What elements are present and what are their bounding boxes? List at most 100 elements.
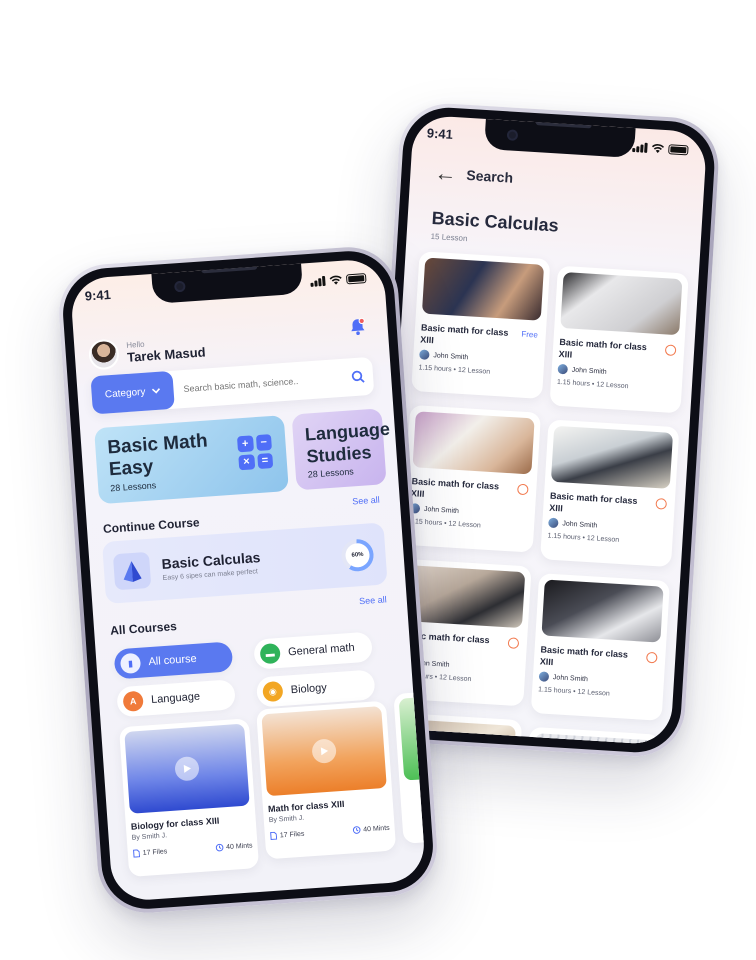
course-photo bbox=[541, 579, 664, 643]
avatar[interactable] bbox=[87, 338, 120, 371]
avatar bbox=[538, 671, 550, 682]
clock-icon bbox=[352, 826, 361, 834]
result-card[interactable]: Basic math for class XIII John Smith 1.1… bbox=[401, 404, 542, 553]
card-title: Basic math for class XIII bbox=[548, 490, 638, 514]
avatar bbox=[419, 349, 430, 360]
progress-label: 60% bbox=[344, 542, 371, 569]
signal-icon bbox=[632, 142, 648, 153]
search-input[interactable] bbox=[173, 372, 344, 395]
result-card[interactable]: Basic math for class XIII John Smith 1.1… bbox=[530, 573, 671, 721]
award-icon bbox=[645, 651, 658, 664]
course-card-math[interactable]: Math for class XIII By Smith J. 17 Files… bbox=[256, 700, 397, 860]
chip-all-course[interactable]: ▮ All course bbox=[113, 641, 234, 680]
clock-icon bbox=[215, 843, 223, 852]
award-icon bbox=[655, 498, 668, 510]
result-card[interactable] bbox=[526, 726, 661, 746]
play-icon[interactable] bbox=[311, 738, 337, 764]
author-name: John Smith bbox=[552, 673, 589, 683]
see-all-link[interactable]: See all bbox=[352, 495, 380, 507]
card-meta: 1.15 hours • 12 Lesson bbox=[547, 532, 620, 544]
course-photo bbox=[421, 257, 545, 321]
author-name: John Smith bbox=[571, 366, 607, 376]
avatar bbox=[548, 517, 559, 529]
category-banners: Basic Math Easy 28 Lessons + − × = Language… bbox=[94, 408, 391, 505]
card-title: Basic math for class XIII bbox=[410, 476, 500, 499]
play-icon[interactable] bbox=[174, 755, 200, 782]
search-icon[interactable] bbox=[343, 369, 374, 385]
author-name: John Smith bbox=[433, 351, 469, 361]
chip-label: All course bbox=[148, 652, 198, 669]
course-thumbnail bbox=[398, 696, 427, 781]
course-thumbnail bbox=[124, 723, 250, 814]
result-card[interactable]: Basic math for class XIII John Smith 1.1… bbox=[540, 419, 680, 568]
banner-basic-math[interactable]: Basic Math Easy 28 Lessons + − × = bbox=[94, 415, 289, 505]
course-photo bbox=[560, 272, 683, 336]
course-card-partial[interactable] bbox=[393, 691, 427, 844]
phone-bezel: 9:41 Hello Tarek Masud Category Search b… bbox=[60, 248, 436, 912]
search-header-title: Search bbox=[465, 166, 514, 186]
progress-ring: 60% bbox=[340, 538, 375, 573]
course-card-footer: 17 Files 40 Mints bbox=[133, 841, 253, 858]
result-card[interactable]: Basic math for class XIII John Smith 1.1… bbox=[549, 265, 689, 414]
course-cards: Biology for class XIII By Smith J. 17 Fi… bbox=[118, 691, 427, 877]
course-photo bbox=[532, 733, 655, 746]
results-count: 15 Lesson bbox=[430, 231, 468, 244]
duration: 40 Mints bbox=[352, 824, 390, 835]
card-title: Basic math for class XIII bbox=[539, 644, 629, 668]
banner-title: Basic Math Easy bbox=[106, 430, 209, 481]
category-dropdown[interactable]: Category bbox=[90, 370, 175, 415]
continue-course-heading: Continue Course bbox=[102, 515, 201, 536]
card-meta: 1.15 hours • 12 Lesson bbox=[556, 378, 629, 391]
user-greeting: Hello Tarek Masud bbox=[87, 332, 206, 371]
results-grid: Basic math for class XIII Free John Smit… bbox=[388, 251, 689, 746]
award-icon bbox=[517, 483, 529, 496]
pyramid-icon bbox=[112, 551, 152, 591]
author-name: John Smith bbox=[423, 505, 460, 515]
search-header: ← Search bbox=[434, 160, 514, 189]
back-arrow-icon[interactable]: ← bbox=[434, 160, 457, 186]
see-all-link[interactable]: See all bbox=[359, 594, 387, 606]
chevron-down-icon bbox=[151, 388, 160, 394]
card-author: John Smith bbox=[409, 503, 529, 520]
file-icon bbox=[133, 849, 141, 858]
signal-icon bbox=[310, 275, 326, 287]
home-phone: 9:41 Hello Tarek Masud Category Search b… bbox=[55, 243, 441, 917]
chip-label: Biology bbox=[290, 681, 328, 697]
course-card-footer: 17 Files 40 Mints bbox=[270, 824, 390, 841]
files-count: 17 Files bbox=[133, 847, 168, 858]
card-author: John Smith bbox=[538, 671, 658, 688]
continue-course-card[interactable]: Basic Calculas Easy 6 sipes can make per… bbox=[102, 522, 388, 604]
wifi-icon bbox=[651, 144, 665, 154]
status-time: 9:41 bbox=[84, 286, 112, 304]
course-thumbnail bbox=[261, 706, 387, 797]
calculator-icon: + − × = bbox=[236, 434, 274, 471]
course-photo bbox=[550, 425, 674, 489]
chip-language[interactable]: A Language bbox=[116, 679, 236, 718]
course-photo bbox=[412, 411, 535, 475]
translate-icon: A bbox=[122, 690, 144, 712]
battery-icon bbox=[345, 273, 367, 285]
all-courses-heading: All Courses bbox=[109, 619, 178, 638]
home-screen: 9:41 Hello Tarek Masud Category Search b… bbox=[69, 257, 427, 903]
file-icon bbox=[270, 831, 278, 841]
search-screen: 9:41 ← Search Basic Calculas 15 Lesson B… bbox=[376, 114, 708, 746]
card-author: John Smith bbox=[557, 363, 676, 381]
avatar bbox=[557, 363, 569, 375]
banner-lessons: 28 Lessons bbox=[307, 466, 355, 480]
card-meta: 1.15 hours • 12 Lesson bbox=[537, 686, 610, 698]
course-card-biology[interactable]: Biology for class XIII By Smith J. 17 Fi… bbox=[118, 718, 260, 877]
book-icon: ▮ bbox=[119, 652, 142, 675]
bell-icon[interactable] bbox=[349, 317, 366, 336]
result-card[interactable]: Basic math for class XIII Free John Smit… bbox=[411, 251, 551, 399]
award-icon bbox=[664, 344, 677, 357]
chip-general-math[interactable]: ▬ General math bbox=[253, 631, 373, 670]
battery-icon bbox=[668, 144, 689, 156]
banner-language-studies[interactable]: Language Studies 28 Lessons bbox=[291, 408, 391, 491]
card-meta: 1.15 hours • 12 Lesson bbox=[408, 518, 481, 530]
card-author: John Smith bbox=[548, 517, 667, 535]
author-name: John Smith bbox=[562, 519, 598, 530]
microscope-icon: ◉ bbox=[262, 680, 284, 703]
card-meta: 1.15 hours • 12 Lesson bbox=[418, 364, 491, 376]
duration: 40 Mints bbox=[215, 841, 253, 852]
chip-label: Language bbox=[150, 690, 201, 707]
